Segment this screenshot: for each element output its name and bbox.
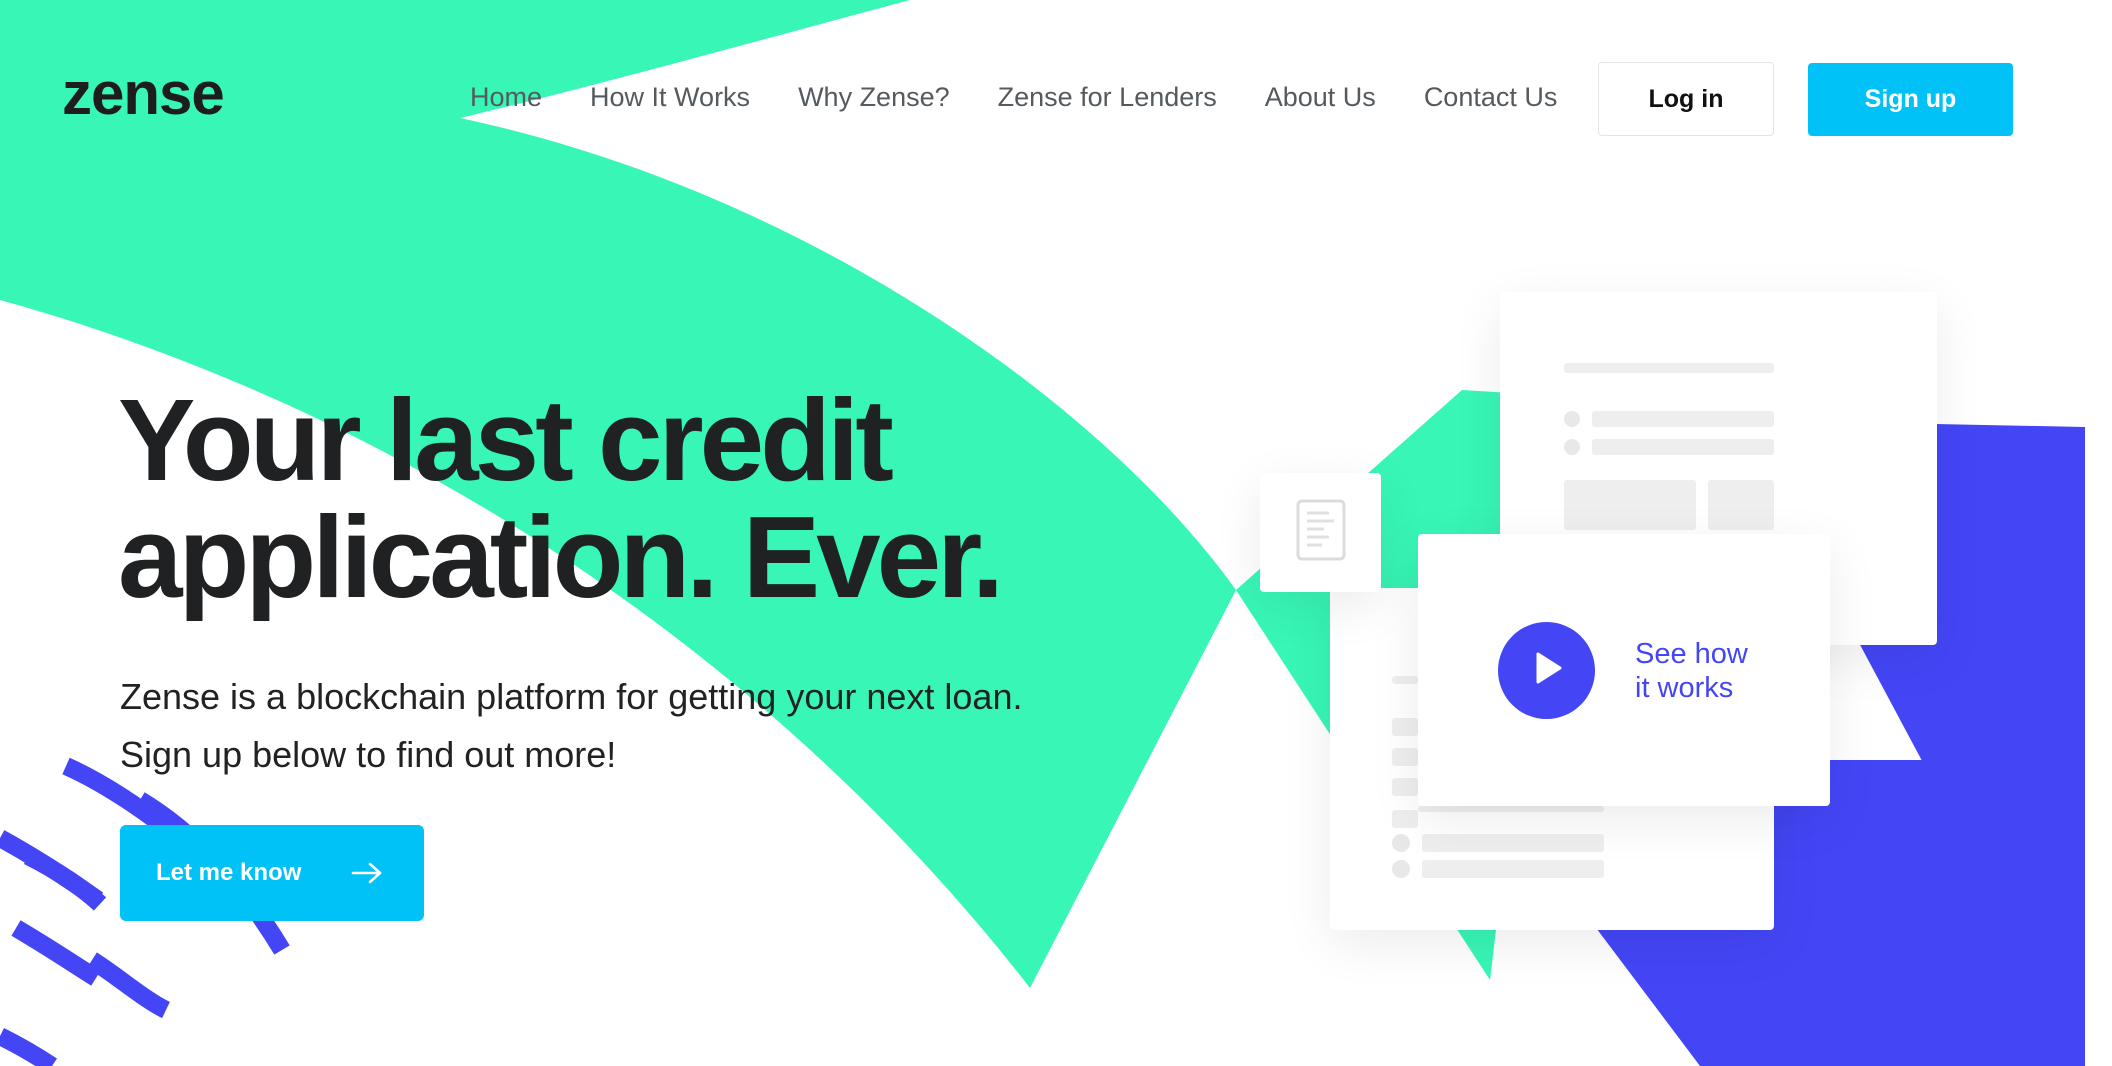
hero-title-line-2: application. Ever. [118,492,1004,622]
nav-item-about-us[interactable]: About Us [1265,82,1376,113]
main-nav: Home How It Works Why Zense? Zense for L… [470,82,1557,113]
document-card [1260,473,1381,592]
hero-description: Zense is a blockchain platform for getti… [120,668,1022,784]
nav-item-why-zense[interactable]: Why Zense? [798,82,950,113]
play-button[interactable] [1498,622,1595,719]
play-icon [1530,650,1564,691]
nav-item-how-it-works[interactable]: How It Works [590,82,750,113]
nav-item-contact-us[interactable]: Contact Us [1424,82,1558,113]
see-how-line-2: it works [1635,672,1734,704]
hero-title-line-1: Your last credit [118,375,894,505]
hero-title: Your last credit application. Ever. [118,375,1004,622]
nav-item-zense-for-lenders[interactable]: Zense for Lenders [998,82,1217,113]
signup-button[interactable]: Sign up [1808,63,2013,136]
see-how-line-1: See how [1635,638,1748,670]
landing-page: zense Home How It Works Why Zense? Zense… [0,0,2112,1066]
document-icon [1296,499,1346,566]
let-me-know-button[interactable]: Let me know [120,825,424,921]
arrow-right-icon [351,862,383,884]
hero-description-line-2: Sign up below to find out more! [120,734,617,775]
login-button[interactable]: Log in [1598,62,1774,136]
nav-item-home[interactable]: Home [470,82,542,113]
cta-label: Let me know [156,859,302,886]
hero-description-line-1: Zense is a blockchain platform for getti… [120,676,1023,717]
video-card: See how it works [1418,534,1830,806]
see-how-it-works-link[interactable]: See how it works [1635,637,1748,705]
logo[interactable]: zense [62,64,225,124]
